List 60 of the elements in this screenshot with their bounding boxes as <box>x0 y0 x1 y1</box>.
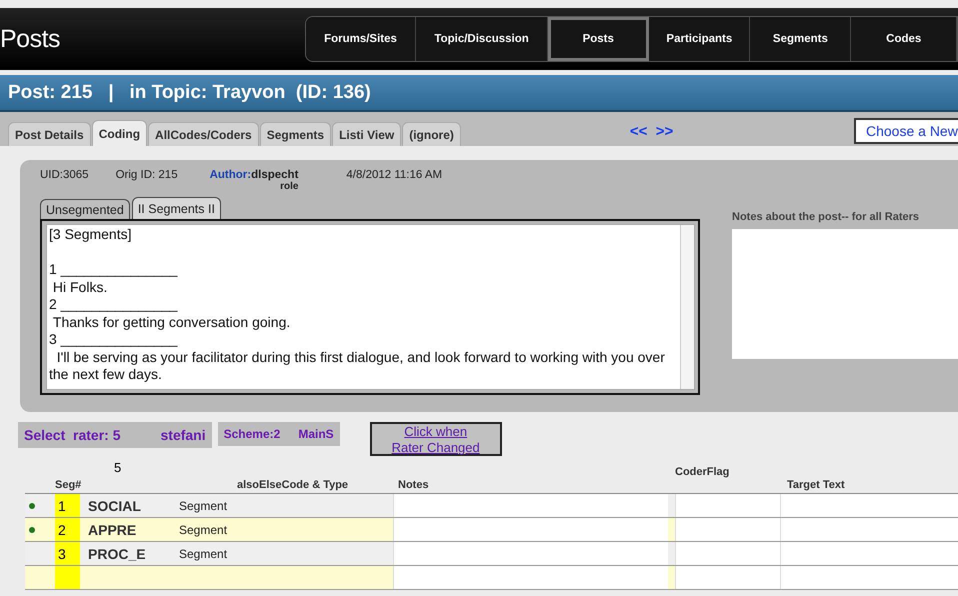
code-text: APPRE <box>87 520 138 540</box>
rater-changed-button[interactable]: Click when Rater Changed <box>370 422 502 456</box>
seg-number: 3 <box>55 542 80 565</box>
column-header: Target Text <box>787 479 846 491</box>
target-cell[interactable] <box>780 566 958 589</box>
tab[interactable]: Coding <box>92 120 148 146</box>
type-text: Segment <box>178 522 228 538</box>
target-cell[interactable] <box>780 494 958 517</box>
tab[interactable]: (ignore) <box>402 122 461 146</box>
column-header: Seg# <box>55 479 82 491</box>
nav-tab[interactable]: Participants <box>649 17 750 61</box>
type-text: Segment <box>178 498 228 514</box>
post-heading: Post: 215 | in Topic: Trayvon (ID: 136) <box>0 75 958 112</box>
text-tab[interactable]: Unsegmented <box>40 199 130 219</box>
scrollbar[interactable] <box>680 225 694 389</box>
nav-tab[interactable]: Topic/Discussion <box>416 17 548 61</box>
choose-button[interactable]: Choose a New <box>854 118 958 144</box>
segment-text: [3 Segments] 1 _______________ Hi Folks. 2 _______________ Thanks for getting conversation going. 3 _______________ I'll be serving as your facilitator during this first dialogue, and look forward to working with you over the next few days. <box>49 226 666 384</box>
tab[interactable]: Post Details <box>8 122 91 146</box>
code-text: SOCIAL <box>87 496 142 516</box>
uid-text: UID:3065 <box>40 169 89 183</box>
rater-label: Select rater: 5 <box>24 427 120 443</box>
flag-cell[interactable] <box>675 494 780 517</box>
tab[interactable]: AllCodes/Coders <box>148 122 259 146</box>
notes-cell[interactable] <box>393 542 668 565</box>
notes-field[interactable] <box>732 229 958 359</box>
seg-number: 2 <box>55 518 80 541</box>
notes-label: Notes about the post-- for all Raters <box>732 211 920 225</box>
text-tab[interactable]: II Segments II <box>132 197 221 219</box>
rater-name: stefani <box>160 427 206 443</box>
app-title: Posts <box>0 24 62 54</box>
scheme-label: Scheme:2 <box>224 427 280 441</box>
orig-id-text: Orig ID: 215 <box>116 169 178 183</box>
target-cell[interactable] <box>780 518 958 541</box>
author-text: Author:dlspecht <box>210 169 298 181</box>
type-text: Segment <box>178 546 228 562</box>
column-header: alsoElseCode & Type <box>237 479 350 491</box>
column-header: Notes <box>398 479 430 491</box>
role-text: role <box>279 181 298 192</box>
nav-tab[interactable]: Posts <box>548 17 650 61</box>
target-cell[interactable] <box>780 542 958 565</box>
flag-cell[interactable] <box>675 566 780 589</box>
seg-number: 1 <box>55 494 80 517</box>
pager-link[interactable]: << >> <box>630 123 674 140</box>
date-text: 4/8/2012 11:16 AM <box>346 169 442 183</box>
nav-tab[interactable]: Codes <box>851 17 957 61</box>
flag-cell[interactable] <box>675 542 780 565</box>
nav-tab[interactable]: Forums/Sites <box>306 17 416 61</box>
flag-cell[interactable] <box>675 518 780 541</box>
code-text: PROC_E <box>87 544 147 564</box>
column-header: CoderFlag <box>675 466 730 478</box>
tab[interactable]: Listi View <box>332 122 402 146</box>
notes-cell[interactable] <box>393 518 668 541</box>
count-text: 5 <box>114 460 122 474</box>
segment-text-area[interactable] <box>40 219 700 395</box>
tab[interactable]: Segments <box>260 122 332 146</box>
notes-cell[interactable] <box>393 566 668 589</box>
scheme-name: MainS <box>298 427 334 441</box>
notes-cell[interactable] <box>393 494 668 517</box>
nav-tab[interactable]: Segments <box>750 17 852 61</box>
